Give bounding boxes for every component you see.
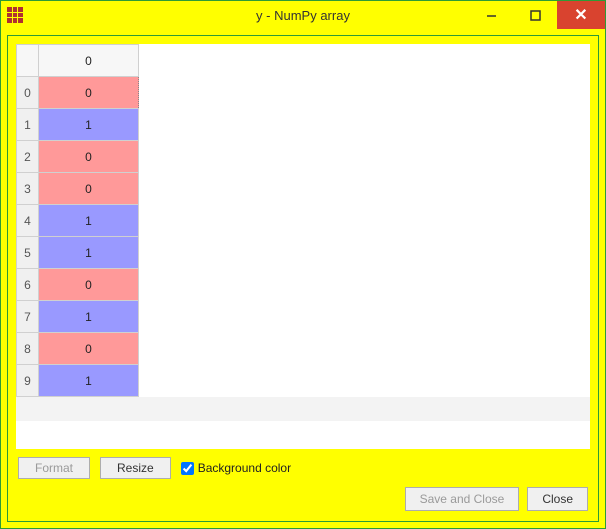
row-header[interactable]: 3: [17, 173, 39, 205]
maximize-icon: [530, 10, 541, 21]
app-grid-icon: [7, 7, 23, 23]
table-row[interactable]: 30: [17, 173, 139, 205]
cell[interactable]: 1: [39, 237, 139, 269]
window-title: y - NumPy array: [256, 8, 350, 23]
titlebar[interactable]: y - NumPy array ✕: [1, 1, 605, 29]
row-header[interactable]: 9: [17, 365, 39, 397]
array-grid[interactable]: 0 00112030415160718091: [16, 44, 139, 397]
cell[interactable]: 0: [39, 269, 139, 301]
table-row[interactable]: 11: [17, 109, 139, 141]
table-row[interactable]: 00: [17, 77, 139, 109]
table-row[interactable]: 51: [17, 237, 139, 269]
maximize-button[interactable]: [513, 1, 557, 29]
minimize-button[interactable]: [469, 1, 513, 29]
array-grid-container: 0 00112030415160718091: [16, 44, 590, 449]
toolbar: Format Resize Background color: [16, 449, 590, 483]
row-header[interactable]: 5: [17, 237, 39, 269]
column-header-0[interactable]: 0: [39, 45, 139, 77]
row-header[interactable]: 4: [17, 205, 39, 237]
table-row[interactable]: 91: [17, 365, 139, 397]
table-row[interactable]: 20: [17, 141, 139, 173]
cell[interactable]: 1: [39, 109, 139, 141]
row-header[interactable]: 7: [17, 301, 39, 333]
minimize-icon: [486, 10, 497, 21]
cell[interactable]: 0: [39, 77, 139, 109]
grid-gutter: [16, 397, 590, 421]
cell[interactable]: 0: [39, 141, 139, 173]
close-button[interactable]: Close: [527, 487, 588, 511]
grid-corner: [17, 45, 39, 77]
format-button[interactable]: Format: [18, 457, 90, 479]
close-icon: ✕: [574, 5, 587, 25]
table-row[interactable]: 71: [17, 301, 139, 333]
table-row[interactable]: 60: [17, 269, 139, 301]
row-header[interactable]: 0: [17, 77, 39, 109]
row-header[interactable]: 6: [17, 269, 39, 301]
client-area: 0 00112030415160718091 Format Resize Bac…: [7, 35, 599, 522]
table-row[interactable]: 41: [17, 205, 139, 237]
close-window-button[interactable]: ✕: [557, 1, 605, 29]
cell[interactable]: 1: [39, 301, 139, 333]
row-header[interactable]: 2: [17, 141, 39, 173]
save-and-close-button[interactable]: Save and Close: [405, 487, 520, 511]
row-header[interactable]: 1: [17, 109, 39, 141]
bgcolor-checkbox-label[interactable]: Background color: [181, 461, 291, 475]
bgcolor-checkbox[interactable]: [181, 462, 194, 475]
bgcolor-text: Background color: [198, 461, 291, 475]
cell[interactable]: 0: [39, 333, 139, 365]
cell[interactable]: 1: [39, 205, 139, 237]
resize-button[interactable]: Resize: [100, 457, 171, 479]
window-frame: y - NumPy array ✕ 0 0011203041: [0, 0, 606, 529]
row-header[interactable]: 8: [17, 333, 39, 365]
cell[interactable]: 0: [39, 173, 139, 205]
footer: Save and Close Close: [16, 483, 590, 513]
cell[interactable]: 1: [39, 365, 139, 397]
window-controls: ✕: [469, 1, 605, 29]
table-row[interactable]: 80: [17, 333, 139, 365]
